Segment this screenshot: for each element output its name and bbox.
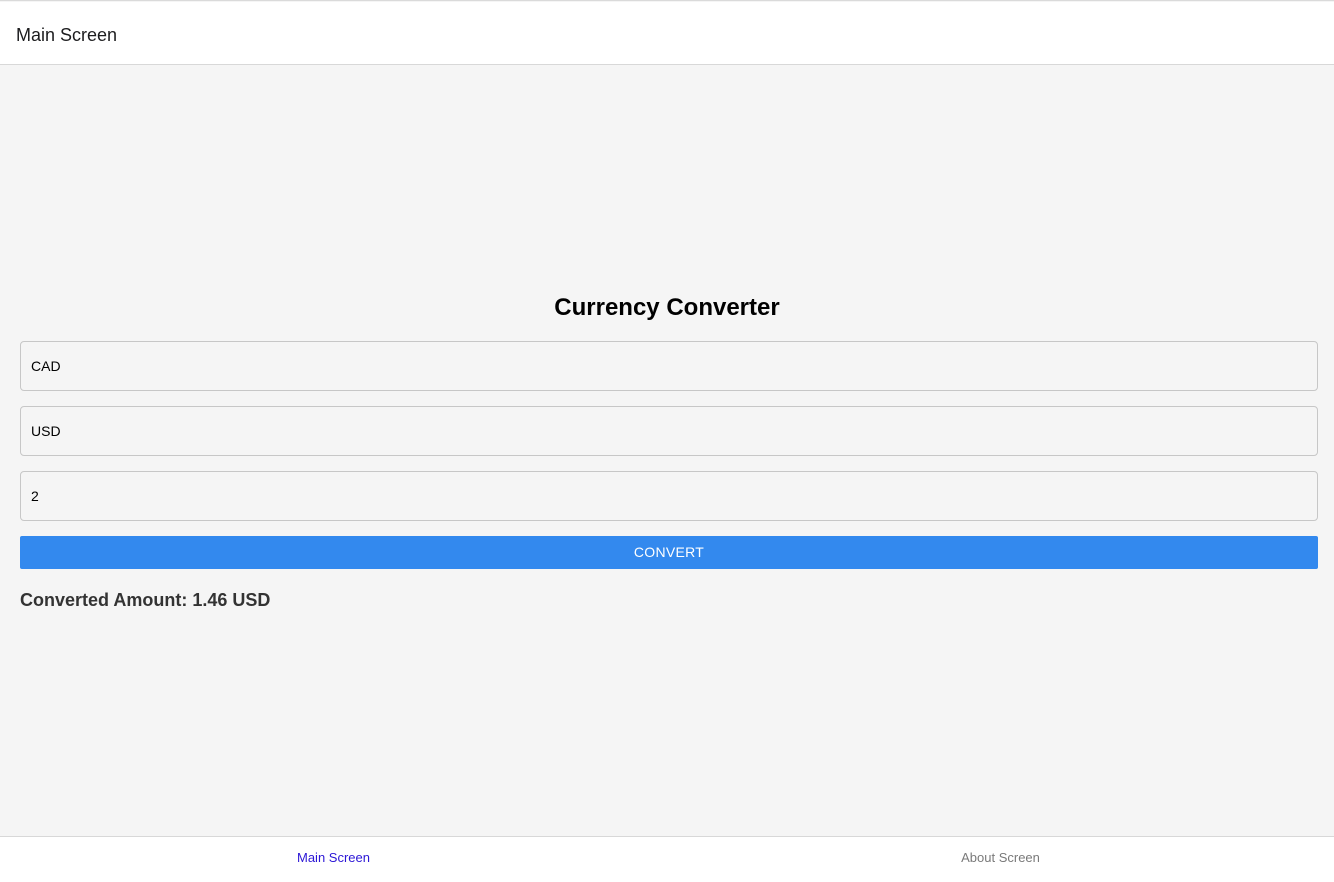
bottom-tab-bar: Main Screen About Screen xyxy=(0,836,1334,882)
convert-button[interactable]: CONVERT xyxy=(20,536,1318,569)
page-title: Currency Converter xyxy=(554,294,780,321)
tab-main-screen[interactable]: Main Screen xyxy=(0,837,667,882)
tab-about-screen[interactable]: About Screen xyxy=(667,837,1334,882)
converted-amount-text: Converted Amount: 1.46 USD xyxy=(20,590,271,610)
amount-input[interactable] xyxy=(20,471,1318,521)
main-content: Currency Converter CONVERT Converted Amo… xyxy=(0,65,1334,836)
to-currency-input[interactable] xyxy=(20,406,1318,456)
from-currency-input[interactable] xyxy=(20,341,1318,391)
header-title: Main Screen xyxy=(16,25,118,45)
app-header: Main Screen xyxy=(0,2,1334,65)
